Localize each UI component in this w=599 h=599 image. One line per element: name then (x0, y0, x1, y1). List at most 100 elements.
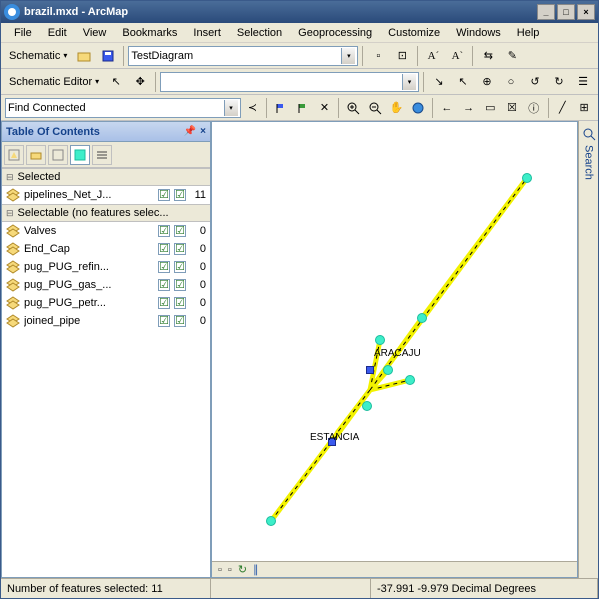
trace-task-input[interactable] (8, 100, 224, 116)
map-label: ESTANCIA (310, 432, 359, 443)
list-by-drawing-icon[interactable] (4, 145, 24, 165)
t1-icon[interactable]: ╱ (552, 97, 572, 119)
visible-toggle[interactable] (174, 243, 186, 255)
selectable-toggle[interactable] (158, 225, 170, 237)
select-icon[interactable]: ▭ (480, 97, 500, 119)
data-view-tab[interactable]: ▫ (218, 564, 222, 576)
pause-icon[interactable]: ∥ (253, 563, 259, 576)
selectable-toggle[interactable] (158, 279, 170, 291)
selectable-toggle[interactable] (158, 315, 170, 327)
propagate-icon[interactable]: ▫ (367, 45, 389, 67)
clear-sel-icon[interactable]: ☒ (502, 97, 522, 119)
close-button[interactable]: × (577, 4, 595, 20)
na6-icon[interactable]: ↻ (548, 71, 570, 93)
zoom-in-icon[interactable] (343, 97, 363, 119)
menu-bookmarks[interactable]: Bookmarks (115, 25, 184, 41)
update-icon[interactable]: ⊡ (391, 45, 413, 67)
toc-layer-row[interactable]: pug_PUG_gas_...0 (2, 276, 210, 294)
layer-name: pug_PUG_petr... (24, 297, 154, 309)
toc-options-icon[interactable] (92, 145, 112, 165)
visible-toggle[interactable] (174, 261, 186, 273)
zoom-out-icon[interactable] (365, 97, 385, 119)
visible-toggle[interactable] (174, 297, 186, 309)
visible-toggle[interactable] (174, 279, 186, 291)
visible-toggle[interactable] (174, 189, 186, 201)
layer-name: pug_PUG_refin... (24, 261, 154, 273)
layer-name: pipelines_Net_J... (24, 189, 154, 201)
next-extent-icon[interactable]: → (459, 97, 479, 119)
toc-layer-row[interactable]: pug_PUG_refin...0 (2, 258, 210, 276)
pin-icon[interactable]: 📌 (184, 126, 196, 137)
menu-insert[interactable]: Insert (186, 25, 228, 41)
map-node (405, 375, 415, 385)
list-by-source-icon[interactable] (26, 145, 46, 165)
schematic-menu[interactable]: Schematic (5, 48, 71, 64)
decrease-text-icon[interactable]: A´ (422, 45, 444, 67)
selectable-toggle[interactable] (158, 243, 170, 255)
refresh-icon[interactable]: ↻ (238, 563, 247, 576)
selection-count: 0 (190, 225, 206, 237)
toc-close-icon[interactable]: × (200, 126, 206, 137)
diagram-combo[interactable]: ▾ (128, 46, 358, 66)
na3-icon[interactable]: ⊕ (476, 71, 498, 93)
na7-icon[interactable]: ☰ (572, 71, 594, 93)
menu-help[interactable]: Help (510, 25, 547, 41)
selectable-toggle[interactable] (158, 297, 170, 309)
toc-section[interactable]: Selectable (no features selec... (2, 204, 210, 222)
menu-view[interactable]: View (76, 25, 114, 41)
list-by-visibility-icon[interactable] (48, 145, 68, 165)
na2-icon[interactable]: ↖ (452, 71, 474, 93)
na1-icon[interactable]: ↘ (428, 71, 450, 93)
visible-toggle[interactable] (174, 315, 186, 327)
move-tool-icon[interactable]: ✥ (129, 71, 151, 93)
selectable-toggle[interactable] (158, 261, 170, 273)
identify-icon[interactable]: ⓘ (524, 97, 544, 119)
barrier-icon[interactable]: ✕ (315, 97, 335, 119)
layout-view-tab[interactable]: ▫ (228, 564, 232, 576)
editor-combo[interactable]: ▾ (160, 72, 419, 92)
increase-text-icon[interactable]: A` (446, 45, 468, 67)
na5-icon[interactable]: ↺ (524, 71, 546, 93)
menu-selection[interactable]: Selection (230, 25, 289, 41)
toc-layer-row[interactable]: End_Cap0 (2, 240, 210, 258)
schematic-editor-toolbar: Schematic Editor ↖ ✥ ▾ ↘ ↖ ⊕ ○ ↺ ↻ ☰ (1, 69, 598, 95)
schematic-tool-icon[interactable]: ✎ (501, 45, 523, 67)
solve-icon[interactable]: ≺ (243, 97, 263, 119)
selectable-toggle[interactable] (158, 189, 170, 201)
schematic-link-icon[interactable]: ⇆ (477, 45, 499, 67)
pan-icon[interactable]: ✋ (387, 97, 407, 119)
schematic-editor-menu[interactable]: Schematic Editor (5, 74, 103, 90)
minimize-button[interactable]: _ (537, 4, 555, 20)
maximize-button[interactable]: □ (557, 4, 575, 20)
toc-layer-row[interactable]: pug_PUG_petr... 0 (2, 294, 210, 312)
map-node (383, 365, 393, 375)
map-canvas[interactable]: ARACAJUESTANCIA ▫ ▫ ↻ ∥ (211, 121, 578, 578)
app-icon (4, 4, 20, 20)
menu-customize[interactable]: Customize (381, 25, 447, 41)
toc-layer-row[interactable]: joined_pipe0 (2, 312, 210, 330)
search-tab[interactable]: Search (578, 121, 598, 578)
selection-count: 0 (190, 243, 206, 255)
toc-section[interactable]: Selected (2, 168, 210, 186)
trace-task-combo[interactable]: ▾ (5, 98, 241, 118)
selection-count: 0 (190, 315, 206, 327)
flag-blue-icon[interactable] (271, 97, 291, 119)
full-extent-icon[interactable] (408, 97, 428, 119)
list-by-selection-icon[interactable] (70, 145, 90, 165)
open-diagram-icon[interactable] (73, 45, 95, 67)
menu-geoprocessing[interactable]: Geoprocessing (291, 25, 379, 41)
visible-toggle[interactable] (174, 225, 186, 237)
edit-tool-icon[interactable]: ↖ (105, 71, 127, 93)
prev-extent-icon[interactable]: ← (437, 97, 457, 119)
toc-layer-row[interactable]: pipelines_Net_J...11 (2, 186, 210, 204)
selection-count: 0 (190, 297, 206, 309)
na4-icon[interactable]: ○ (500, 71, 522, 93)
flag-green-icon[interactable] (293, 97, 313, 119)
menu-windows[interactable]: Windows (449, 25, 508, 41)
save-diagram-icon[interactable] (97, 45, 119, 67)
menu-edit[interactable]: Edit (41, 25, 74, 41)
toc-layer-row[interactable]: Valves0 (2, 222, 210, 240)
menu-file[interactable]: File (7, 25, 39, 41)
diagram-input[interactable] (131, 48, 341, 64)
t2-icon[interactable]: ⊞ (574, 97, 594, 119)
